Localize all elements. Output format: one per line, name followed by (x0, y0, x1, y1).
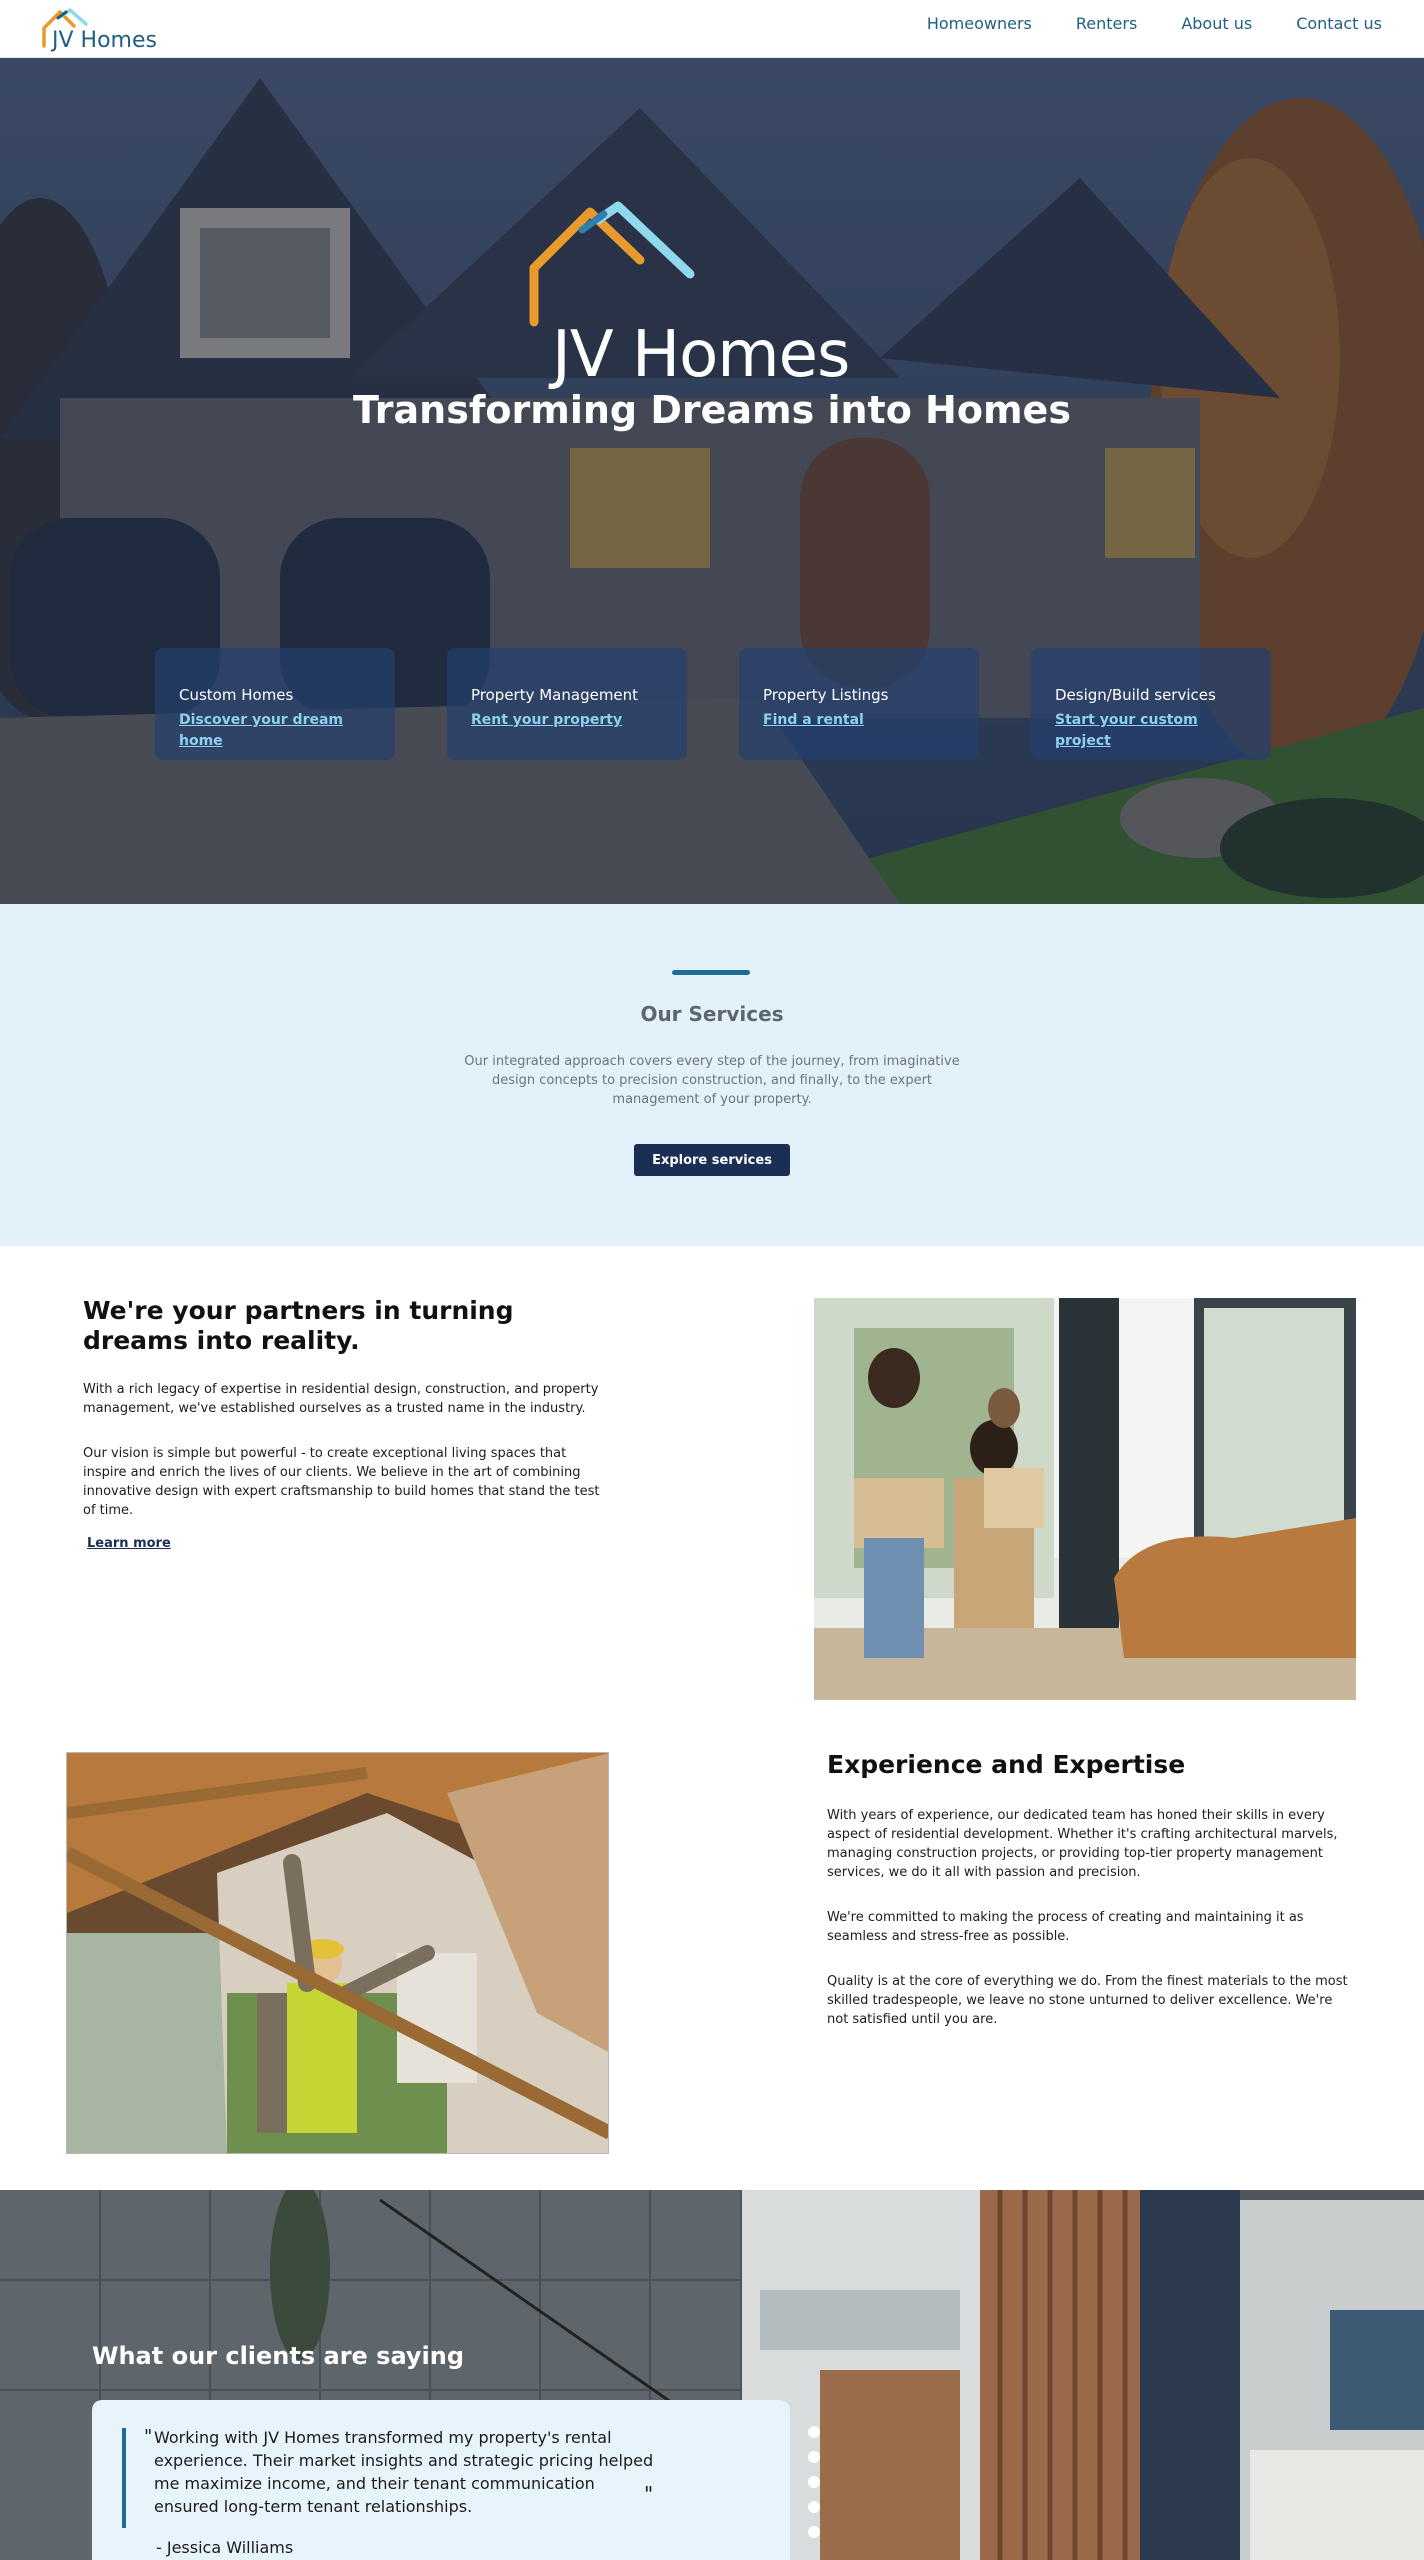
services-section: Our Services Our integrated approach cov… (0, 904, 1424, 1246)
carousel-dot[interactable] (808, 2501, 820, 2513)
card-design-build: Design/Build services Start your custom … (1031, 648, 1271, 760)
nav-logo-text: JV Homes (52, 28, 157, 53)
hero-overlay (0, 58, 1424, 904)
carousel-dot[interactable] (808, 2526, 820, 2538)
services-title: Our Services (640, 1002, 784, 1026)
card-link-start-custom-project[interactable]: Start your custom project (1055, 710, 1247, 752)
partners-title: We're your partners in turning dreams in… (83, 1296, 514, 1355)
nav-link-contact-us[interactable]: Contact us (1296, 14, 1382, 33)
carousel-dots (808, 2426, 820, 2538)
services-description: Our integrated approach covers every ste… (464, 1054, 960, 1107)
nav-link-about-us[interactable]: About us (1181, 14, 1252, 33)
card-property-listings: Property Listings Find a rental (739, 648, 979, 760)
hero-logo-text: JV Homes (552, 318, 850, 392)
nav-logo[interactable]: JV Homes (40, 6, 170, 53)
experience-paragraph-2: We're committed to making the process of… (827, 1910, 1304, 1944)
service-cards: Custom Homes Discover your dream home Pr… (155, 648, 1271, 760)
hero-title: Transforming Dreams into Homes (353, 388, 1071, 432)
close-quote-icon: " (644, 2482, 654, 2506)
card-link-find-rental[interactable]: Find a rental (763, 710, 955, 731)
hero-section: JV Homes Transforming Dreams into Homes … (0, 58, 1424, 904)
top-navbar: JV Homes Homeowners Renters About us Con… (0, 0, 1424, 58)
learn-more-link[interactable]: Learn more (87, 1536, 171, 1551)
card-custom-homes: Custom Homes Discover your dream home (155, 648, 395, 760)
experience-paragraph-1: With years of experience, our dedicated … (827, 1808, 1338, 1880)
nav-link-renters[interactable]: Renters (1076, 14, 1137, 33)
section-accent-bar (672, 970, 750, 975)
family-photo (814, 1298, 1356, 1700)
card-link-rent-property[interactable]: Rent your property (471, 710, 663, 731)
card-title: Design/Build services (1055, 686, 1216, 704)
card-property-management: Property Management Rent your property (447, 648, 687, 760)
family-moving-image (814, 1298, 1356, 1700)
testimonials-section: What our clients are saying " Working wi… (0, 2190, 1424, 2560)
builder-construction-image (66, 1752, 609, 2154)
card-title: Custom Homes (179, 686, 294, 704)
hero-logo: JV Homes (520, 198, 900, 398)
explore-services-button[interactable]: Explore services (634, 1144, 790, 1176)
testimonials-title: What our clients are saying (92, 2342, 465, 2370)
house-logo-icon (529, 201, 695, 327)
quote-accent-bar (122, 2428, 126, 2528)
card-title: Property Management (471, 686, 639, 704)
nav-links: Homeowners Renters About us Contact us (927, 14, 1382, 33)
card-link-discover-dream-home[interactable]: Discover your dream home (179, 710, 371, 752)
partners-paragraph-1: With a rich legacy of expertise in resid… (83, 1382, 599, 1416)
card-title: Property Listings (763, 686, 889, 704)
builder-photo (67, 1753, 608, 2153)
nav-link-homeowners[interactable]: Homeowners (927, 14, 1032, 33)
testimonial-card: " Working with JV Homes transformed my p… (92, 2400, 790, 2560)
carousel-dot[interactable] (808, 2476, 820, 2488)
partners-paragraph-2: Our vision is simple but powerful - to c… (83, 1446, 600, 1518)
carousel-dot[interactable] (808, 2426, 820, 2438)
testimonial-author: - Jessica Williams (156, 2538, 294, 2557)
carousel-dot[interactable] (808, 2451, 820, 2463)
experience-paragraph-3: Quality is at the core of everything we … (827, 1974, 1348, 2027)
experience-title: Experience and Expertise (827, 1750, 1186, 1779)
testimonial-quote: Working with JV Homes transformed my pro… (154, 2428, 654, 2516)
